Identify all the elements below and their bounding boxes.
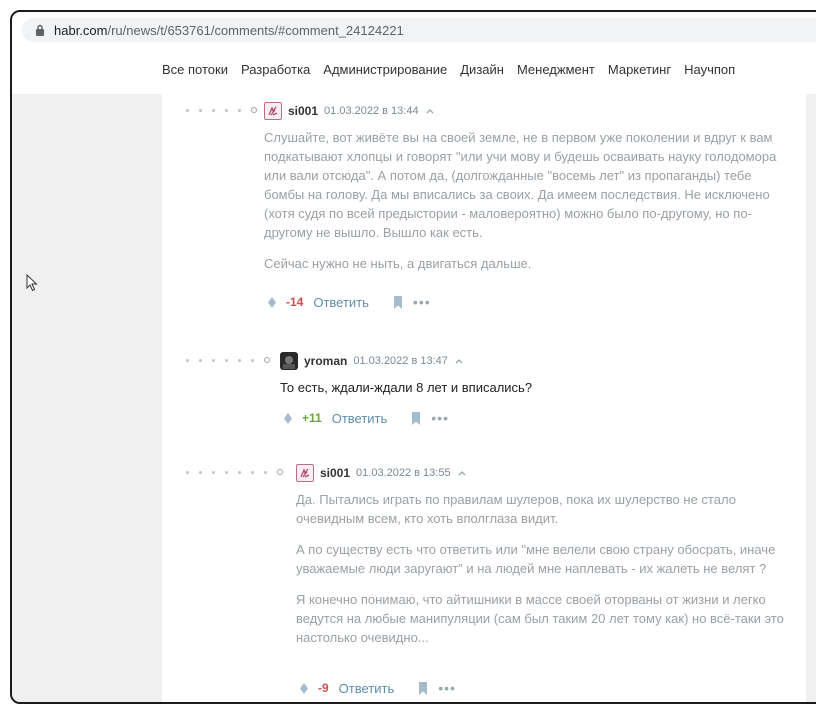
avatar[interactable]: [296, 464, 314, 482]
nav-item-marketing[interactable]: Маркетинг: [608, 62, 671, 77]
comment: si001 01.03.2022 в 13:44 Слушайте, вот ж…: [162, 94, 806, 322]
comment-paragraph: То есть, ждали-ждали 8 лет и вписались?: [280, 380, 533, 395]
comment-actions: -14 Ответить •••: [268, 294, 431, 310]
page-content: si001 01.03.2022 в 13:44 Слушайте, вот ж…: [12, 94, 816, 702]
thread-dot: [212, 358, 215, 362]
reply-button[interactable]: Ответить: [332, 411, 388, 426]
chevron-up-icon[interactable]: [457, 468, 467, 478]
thread-dot: [225, 358, 228, 362]
comment-actions: +11 Ответить •••: [284, 410, 449, 426]
comment-body: Слушайте, вот живёте вы на своей земле, …: [264, 128, 784, 285]
thread-dot: [225, 470, 228, 474]
lock-icon: [32, 22, 48, 38]
thread-dot: [199, 358, 202, 362]
bookmark-icon[interactable]: [418, 681, 428, 695]
url-field[interactable]: habr.com/ru/news/t/653761/comments/#comm…: [22, 18, 816, 42]
browser-window: habr.com/ru/news/t/653761/comments/#comm…: [10, 10, 816, 704]
avatar[interactable]: [280, 352, 298, 370]
thread-dot: [264, 470, 267, 474]
thread-dot: [212, 108, 215, 112]
comment-time[interactable]: 01.03.2022 в 13:47: [353, 355, 448, 367]
comment-header: yroman 01.03.2022 в 13:47: [280, 352, 464, 370]
comment-body: То есть, ждали-ждали 8 лет и вписались?: [280, 378, 780, 409]
comment-paragraph: Я конечно понимаю, что айтишники в массе…: [296, 592, 784, 645]
thread-ring: [264, 357, 270, 363]
thread-dot: [212, 470, 215, 474]
address-bar: habr.com/ru/news/t/653761/comments/#comm…: [12, 12, 816, 49]
comment-score: -9: [318, 681, 329, 695]
comment-time[interactable]: 01.03.2022 в 13:55: [356, 467, 451, 479]
thread-dot: [199, 470, 202, 474]
vote-diamond-icon[interactable]: [268, 296, 276, 308]
nav-item-all-flows[interactable]: Все потоки: [162, 62, 228, 77]
url-path: /ru/news/t/653761/comments/#comment_2412…: [107, 22, 404, 38]
bookmark-icon[interactable]: [411, 411, 421, 425]
bookmark-icon[interactable]: [393, 295, 403, 309]
nav-item-management[interactable]: Менеджмент: [517, 62, 595, 77]
comment-username[interactable]: si001: [288, 104, 318, 118]
comment-body: Да. Пытались играть по правилам шулеров,…: [296, 490, 796, 659]
more-options-icon[interactable]: •••: [413, 294, 431, 310]
comment-paragraph: Да. Пытались играть по правилам шулеров,…: [296, 492, 736, 526]
reply-button[interactable]: Ответить: [339, 681, 395, 696]
thread-dot: [186, 470, 189, 474]
vote-diamond-icon[interactable]: [300, 682, 308, 694]
thread-dot: [251, 470, 254, 474]
comment-time[interactable]: 01.03.2022 в 13:44: [324, 105, 419, 117]
chevron-up-icon[interactable]: [425, 106, 435, 116]
thread-dot: [238, 108, 241, 112]
thread-dot: [238, 470, 241, 474]
comment: yroman 01.03.2022 в 13:47 То есть, ждали…: [162, 344, 806, 444]
mouse-cursor-icon: [26, 273, 40, 294]
chevron-up-icon[interactable]: [454, 356, 464, 366]
thread-level-dots: [186, 469, 283, 475]
nav-item-administration[interactable]: Администрирование: [323, 62, 447, 77]
comment-score: +11: [302, 411, 322, 425]
thread-ring: [277, 469, 283, 475]
thread-dot: [225, 108, 228, 112]
avatar[interactable]: [264, 102, 282, 120]
comments-panel: si001 01.03.2022 в 13:44 Слушайте, вот ж…: [162, 94, 806, 702]
comment-username[interactable]: si001: [320, 466, 350, 480]
thread-level-dots: [186, 357, 270, 363]
thread-dot: [199, 108, 202, 112]
more-options-icon[interactable]: •••: [438, 680, 456, 696]
comment-score: -14: [286, 295, 304, 309]
thread-ring: [251, 107, 257, 113]
hubs-navigation: Все потоки Разработка Администрирование …: [12, 48, 816, 95]
thread-dot: [238, 358, 241, 362]
comment-paragraph: А по существу есть что ответить или "мне…: [296, 542, 776, 576]
nav-item-development[interactable]: Разработка: [241, 62, 310, 77]
comment-header: si001 01.03.2022 в 13:44: [264, 102, 435, 120]
comment-username[interactable]: yroman: [304, 354, 347, 368]
vote-diamond-icon[interactable]: [284, 412, 292, 424]
nav-item-design[interactable]: Дизайн: [460, 62, 504, 77]
thread-dot: [251, 358, 254, 362]
url-host: habr.com: [54, 22, 108, 38]
comment-paragraph: Сейчас нужно не ныть, а двигаться дальше…: [264, 256, 532, 271]
thread-dot: [186, 358, 189, 362]
thread-dot: [186, 108, 189, 112]
comment-actions: -9 Ответить •••: [300, 680, 456, 696]
reply-button[interactable]: Ответить: [313, 295, 369, 310]
comment-header: si001 01.03.2022 в 13:55: [296, 464, 467, 482]
nav-item-popsci[interactable]: Научпоп: [684, 62, 735, 77]
comment-paragraph: Слушайте, вот живёте вы на своей земле, …: [264, 130, 777, 240]
more-options-icon[interactable]: •••: [431, 410, 449, 426]
thread-level-dots: [186, 107, 257, 113]
comment: si001 01.03.2022 в 13:55 Да. Пытались иг…: [162, 456, 806, 702]
